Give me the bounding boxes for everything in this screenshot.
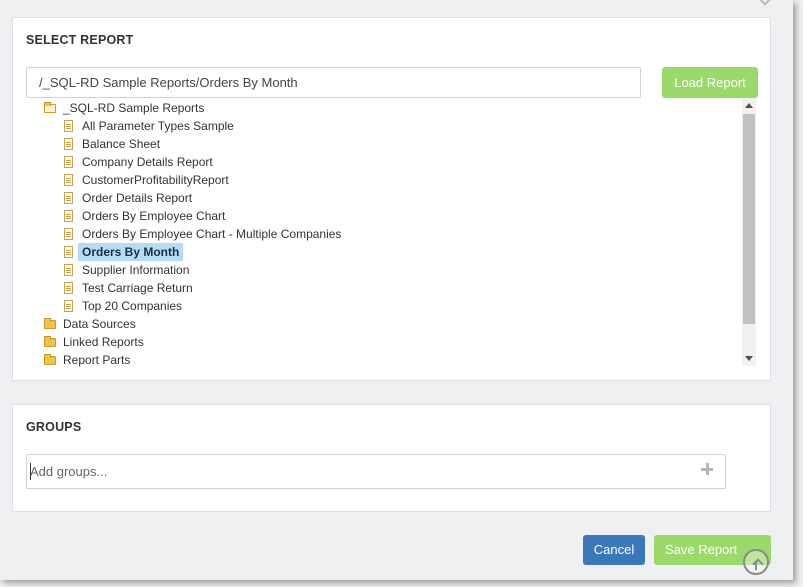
tree-item-report[interactable]: Test Carriage Return xyxy=(64,279,197,297)
groups-field[interactable] xyxy=(26,454,726,489)
report-icon xyxy=(64,282,73,294)
tree-item-label: Supplier Information xyxy=(82,263,190,277)
tree-scrollbar[interactable] xyxy=(742,98,756,366)
tree-item-report[interactable]: Order Details Report xyxy=(64,189,196,207)
tree-item-label: Top 20 Companies xyxy=(82,299,183,313)
report-tree: _SQL-RD Sample Reports All Parameter Type… xyxy=(33,98,743,368)
cancel-button[interactable]: Cancel xyxy=(583,535,645,565)
report-icon xyxy=(64,120,73,132)
tree-item-report[interactable]: CustomerProfitabilityReport xyxy=(64,171,233,189)
tree-item-label: Data Sources xyxy=(63,317,136,331)
tree-item-folder[interactable]: Report Parts xyxy=(44,351,134,369)
groups-panel: GROUPS xyxy=(12,404,771,512)
tree-item-label: Company Details Report xyxy=(82,155,213,169)
tree-item-label: All Parameter Types Sample xyxy=(82,119,234,133)
tree-item-label: Order Details Report xyxy=(82,191,193,205)
scroll-thumb[interactable] xyxy=(743,114,755,324)
report-icon xyxy=(64,210,73,222)
tree-item-label: Balance Sheet xyxy=(82,137,161,151)
tree-item-report[interactable]: Balance Sheet xyxy=(64,135,164,153)
tree-item-label: Orders By Employee Chart - Multiple Comp… xyxy=(82,227,342,241)
plus-icon[interactable] xyxy=(701,463,713,475)
tree-item-report[interactable]: Supplier Information xyxy=(64,261,193,279)
tree-item-label: Orders By Month xyxy=(78,243,184,261)
folder-icon xyxy=(44,335,56,347)
select-report-panel: SELECT REPORT /_SQL-RD Sample Reports/Or… xyxy=(12,17,771,381)
report-icon xyxy=(64,156,73,168)
report-path-input[interactable]: /_SQL-RD Sample Reports/Orders By Month xyxy=(26,67,641,98)
report-icon xyxy=(64,246,73,258)
tree-item-label: CustomerProfitabilityReport xyxy=(82,173,229,187)
tree-item-report[interactable]: Top 20 Companies xyxy=(64,297,186,315)
tree-item-folder[interactable]: _SQL-RD Sample Reports xyxy=(44,99,208,117)
report-icon xyxy=(64,174,73,186)
tree-item-label: Report Parts xyxy=(63,353,131,367)
scroll-up-icon[interactable] xyxy=(745,103,753,108)
report-icon xyxy=(64,228,73,240)
tree-item-folder[interactable]: Data Sources xyxy=(44,315,140,333)
tree-item-folder[interactable]: Linked Reports xyxy=(44,333,148,351)
folder-icon xyxy=(44,353,56,365)
scroll-to-top-icon[interactable] xyxy=(743,549,769,575)
tree-item-report[interactable]: Company Details Report xyxy=(64,153,217,171)
scroll-down-icon[interactable] xyxy=(745,356,753,361)
select-report-title: SELECT REPORT xyxy=(26,33,134,47)
tree-item-report[interactable]: Orders By Employee Chart xyxy=(64,207,229,225)
tree-item-label: Test Carriage Return xyxy=(82,281,193,295)
tree-item-label: Orders By Employee Chart xyxy=(82,209,226,223)
load-report-button[interactable]: Load Report xyxy=(662,67,758,98)
tree-item-report[interactable]: Orders By Employee Chart - Multiple Comp… xyxy=(64,225,345,243)
groups-input[interactable] xyxy=(30,455,690,488)
folder-icon xyxy=(44,317,56,329)
tree-item-report[interactable]: All Parameter Types Sample xyxy=(64,117,238,135)
tree-item-label: Linked Reports xyxy=(63,335,144,349)
report-icon xyxy=(64,192,73,204)
report-icon xyxy=(64,138,73,150)
groups-title: GROUPS xyxy=(26,420,82,434)
report-icon xyxy=(64,264,73,276)
folder-open-icon xyxy=(44,101,56,113)
tree-item-report[interactable]: Orders By Month xyxy=(64,243,184,261)
tree-item-label: _SQL-RD Sample Reports xyxy=(63,101,205,115)
report-icon xyxy=(64,300,73,312)
